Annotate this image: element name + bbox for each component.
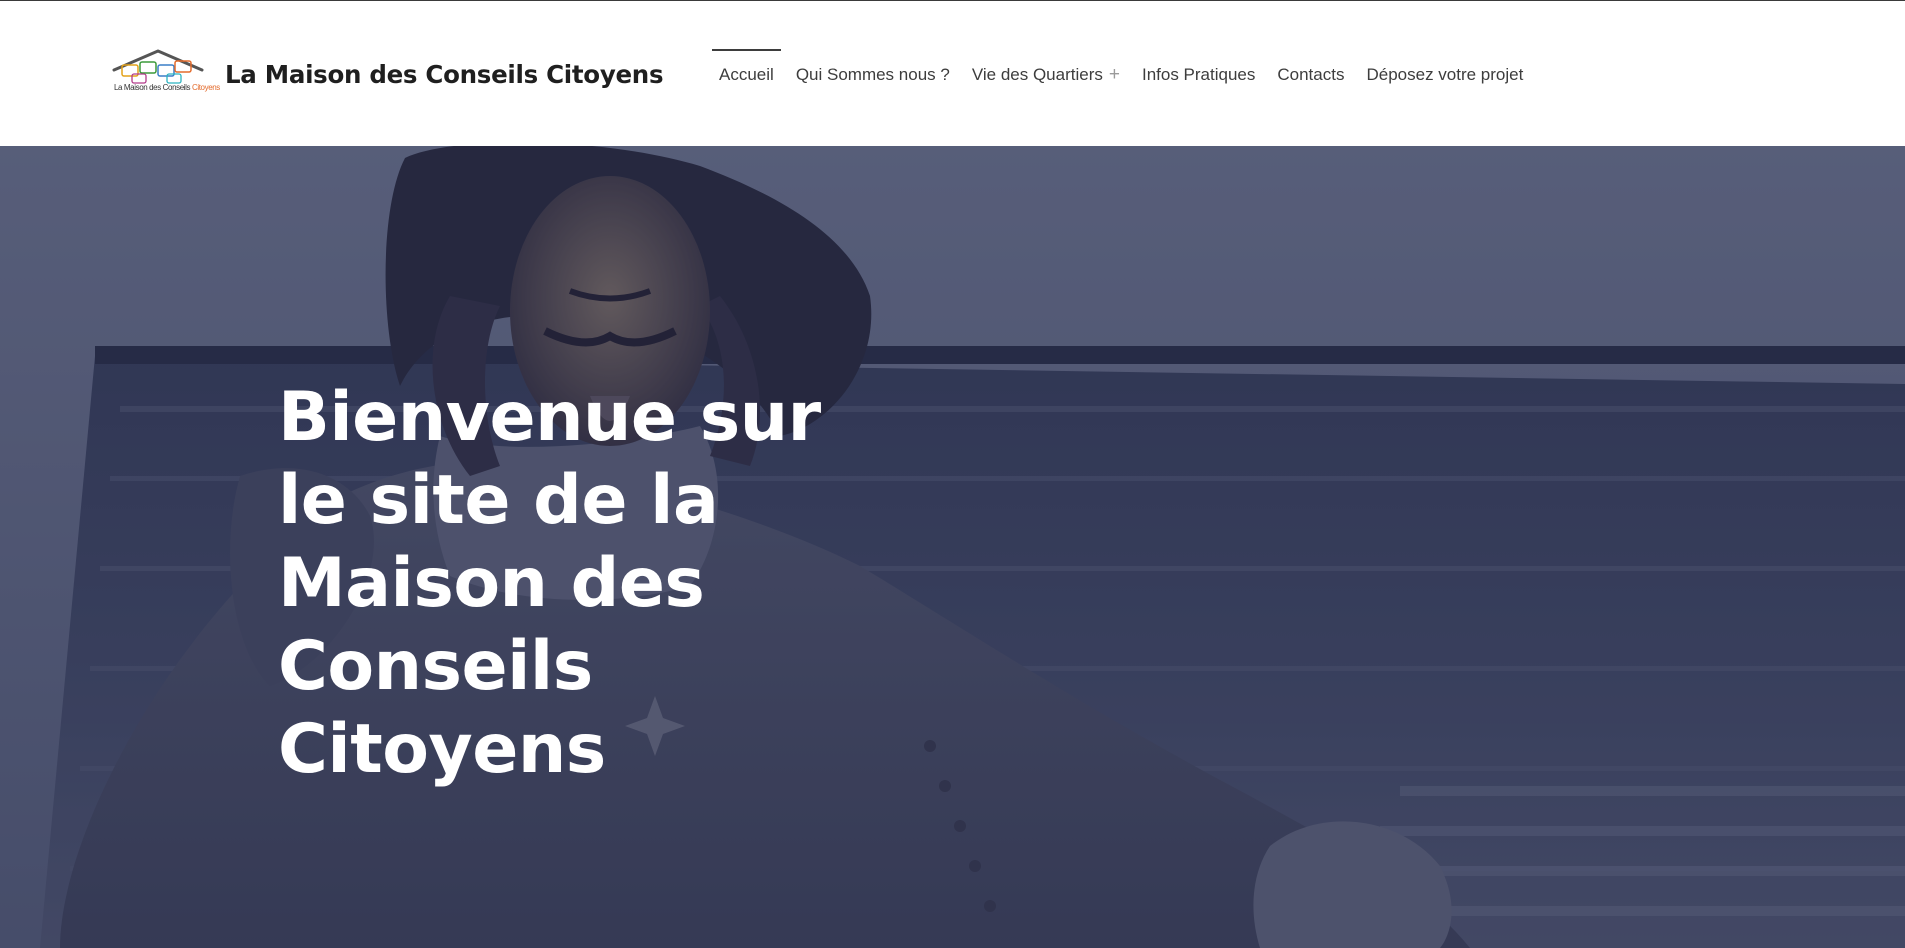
submenu-plus-icon[interactable]: + [1109,64,1120,86]
nav-item-infos-pratiques[interactable]: Infos Pratiques [1135,49,1262,101]
nav-item-label: Contacts [1277,65,1345,84]
page: La Maison des Conseils Citoyens La Maiso… [0,0,1905,948]
site-logo[interactable]: La Maison des Conseils Citoyens [112,48,220,100]
nav-item-vie-des-quartiers[interactable]: Vie des Quartiers + [965,49,1127,101]
nav-item-contacts[interactable]: Contacts [1270,49,1351,101]
logo-caption-prefix: La Maison des Conseils [114,83,192,92]
nav-item-accueil[interactable]: Accueil [712,49,781,101]
hero-heading: Bienvenue sur le site de la Maison des C… [278,378,821,789]
site-title[interactable]: La Maison des Conseils Citoyens [225,60,664,89]
site-header: La Maison des Conseils Citoyens La Maiso… [0,1,1905,146]
nav-item-label: Qui Sommes nous ? [795,65,950,84]
nav-item-deposez-votre-projet[interactable]: Déposez votre projet [1359,49,1530,101]
main-navigation: Accueil Qui Sommes nous ? Vie des Quarti… [712,49,1530,101]
nav-item-label: Accueil [719,65,774,84]
nav-item-label: Infos Pratiques [1141,65,1256,84]
house-speech-bubbles-icon [112,49,204,84]
hero-banner: Bienvenue sur le site de la Maison des C… [0,146,1905,948]
nav-item-label: Déposez votre projet [1366,65,1524,84]
logo-caption-accent: Citoyens [191,83,220,92]
logo-caption: La Maison des Conseils Citoyens [114,83,220,92]
nav-item-label: Vie des Quartiers [971,65,1103,84]
brand[interactable]: La Maison des Conseils Citoyens La Maiso… [112,48,664,100]
nav-item-qui-sommes-nous[interactable]: Qui Sommes nous ? [789,49,957,101]
